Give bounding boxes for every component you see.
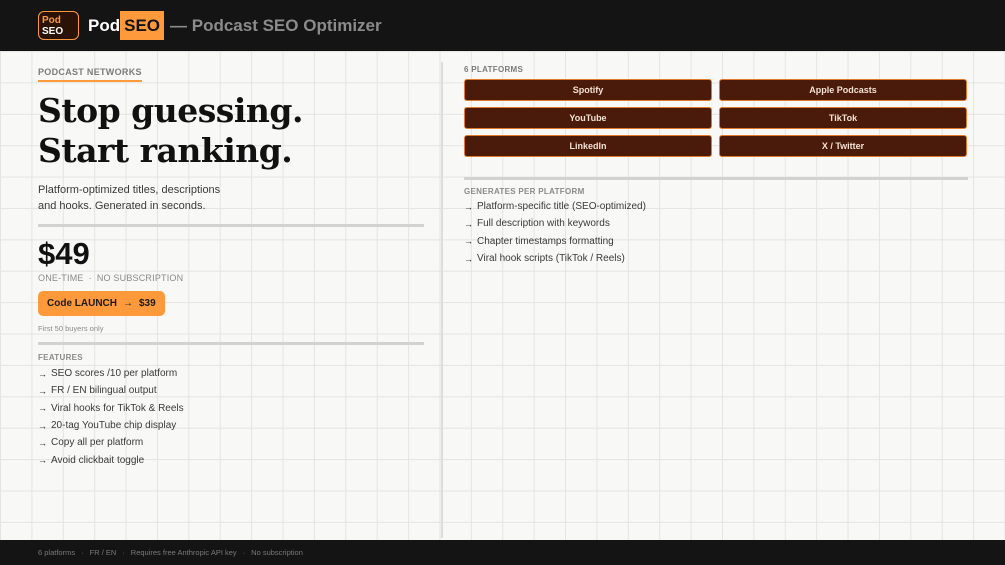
brand-pod: Pod bbox=[88, 15, 121, 35]
cta-price: $39 bbox=[139, 298, 156, 309]
footer-item: No subscription bbox=[251, 548, 303, 557]
arrow-right-icon: → bbox=[38, 437, 47, 448]
price-note-separator: · bbox=[88, 273, 92, 283]
feature-text: Copy all per platform bbox=[51, 437, 144, 449]
left-column: PODCAST NETWORKS Stop guessing. Start ra… bbox=[38, 62, 424, 469]
footer-separator: · bbox=[81, 548, 84, 557]
subtitle-line-2: and hooks. Generated in seconds. bbox=[38, 199, 206, 212]
arrow-right-icon: → bbox=[123, 298, 133, 309]
price-note-no-subscription: NO SUBSCRIPTION bbox=[96, 273, 184, 283]
launch-code-button[interactable]: Code LAUNCH → $39 bbox=[38, 291, 165, 316]
footer-separator: · bbox=[122, 548, 125, 557]
price: $49 bbox=[38, 236, 90, 271]
list-item: → Chapter timestamps formatting bbox=[464, 233, 968, 250]
arrow-right-icon: → bbox=[464, 236, 473, 247]
footer-item: Requires free Anthropic API key bbox=[130, 548, 237, 557]
feature-text: FR / EN bilingual output bbox=[51, 385, 157, 397]
list-item: → Viral hooks for TikTok & Reels bbox=[38, 400, 424, 417]
generates-label: GENERATES PER PLATFORM bbox=[464, 187, 585, 196]
logo-badge[interactable]: Pod SEO bbox=[38, 11, 79, 40]
divider bbox=[38, 224, 424, 227]
list-item: → 20-tag YouTube chip display bbox=[38, 417, 424, 434]
features-label: FEATURES bbox=[38, 353, 83, 362]
list-item: → Platform-specific title (SEO-optimized) bbox=[464, 198, 968, 215]
footer-item: 6 platforms bbox=[38, 548, 76, 557]
platform-button-apple-podcasts[interactable]: Apple Podcasts bbox=[719, 79, 967, 101]
generates-text: Full description with keywords bbox=[477, 218, 610, 230]
list-item: → Copy all per platform bbox=[38, 434, 424, 451]
feature-text: SEO scores /10 per platform bbox=[51, 368, 178, 380]
divider bbox=[464, 177, 968, 180]
generates-list: → Platform-specific title (SEO-optimized)… bbox=[464, 198, 968, 267]
price-note: ONE-TIME · NO SUBSCRIPTION bbox=[38, 273, 424, 283]
price-note-one-time: ONE-TIME bbox=[38, 273, 84, 283]
generates-text: Chapter timestamps formatting bbox=[477, 235, 614, 247]
platforms-grid: Spotify Apple Podcasts YouTube TikTok Li… bbox=[464, 79, 968, 157]
arrow-right-icon: → bbox=[38, 385, 47, 396]
list-item: → Full description with keywords bbox=[464, 215, 968, 232]
feature-text: Viral hooks for TikTok & Reels bbox=[51, 402, 184, 414]
arrow-right-icon: → bbox=[464, 218, 473, 229]
brand-name: Pod SEO bbox=[88, 11, 165, 40]
right-column: 6 PLATFORMS Spotify Apple Podcasts YouTu… bbox=[464, 62, 968, 267]
eyebrow-label: PODCAST NETWORKS bbox=[38, 67, 142, 82]
list-item: → FR / EN bilingual output bbox=[38, 382, 424, 399]
headline-line-1: Stop guessing. bbox=[38, 91, 303, 130]
divider bbox=[38, 342, 424, 345]
generates-text: Platform-specific title (SEO-optimized) bbox=[477, 201, 646, 213]
hero-subtitle: Platform-optimized titles, descriptions … bbox=[38, 183, 238, 214]
list-item: → Viral hook scripts (TikTok / Reels) bbox=[464, 250, 968, 267]
app-header: Pod SEO Pod SEO — Podcast SEO Optimizer bbox=[0, 0, 1005, 51]
headline-line-2: Start ranking. bbox=[38, 131, 293, 170]
footer-item: FR / EN bbox=[89, 548, 117, 557]
footer-separator: · bbox=[242, 548, 246, 557]
list-item: → Avoid clickbait toggle bbox=[38, 451, 424, 468]
subtitle-line-1: Platform-optimized titles, descriptions bbox=[38, 184, 221, 196]
arrow-right-icon: → bbox=[38, 420, 47, 431]
platforms-label: 6 PLATFORMS bbox=[464, 65, 524, 74]
arrow-right-icon: → bbox=[464, 201, 473, 212]
app-footer: 6 platforms · FR / EN · Requires free An… bbox=[0, 540, 1005, 565]
platform-button-x-twitter[interactable]: X / Twitter bbox=[719, 135, 967, 157]
list-item: → SEO scores /10 per platform bbox=[38, 365, 424, 382]
platform-button-linkedin[interactable]: LinkedIn bbox=[464, 135, 712, 157]
generates-text: Viral hook scripts (TikTok / Reels) bbox=[477, 253, 625, 265]
arrow-right-icon: → bbox=[464, 253, 473, 264]
platform-button-tiktok[interactable]: TikTok bbox=[719, 107, 967, 129]
brand-tagline: — Podcast SEO Optimizer bbox=[170, 15, 382, 35]
feature-text: 20-tag YouTube chip display bbox=[51, 420, 177, 432]
platform-button-spotify[interactable]: Spotify bbox=[464, 79, 712, 101]
column-divider bbox=[441, 62, 443, 538]
features-list: → SEO scores /10 per platform → FR / EN bi… bbox=[38, 365, 424, 469]
arrow-right-icon: → bbox=[38, 368, 47, 379]
arrow-right-icon: → bbox=[38, 403, 47, 414]
brand-seo-highlight: SEO bbox=[120, 11, 165, 40]
page-headline: Stop guessing. Start ranking. bbox=[38, 91, 424, 171]
feature-text: Avoid clickbait toggle bbox=[51, 454, 145, 466]
logo-text-pod: Pod bbox=[42, 14, 61, 26]
logo-text-seo: SEO bbox=[42, 25, 64, 37]
offer-note: First 50 buyers only bbox=[38, 324, 104, 333]
platform-button-youtube[interactable]: YouTube bbox=[464, 107, 712, 129]
cta-code-label: Code LAUNCH bbox=[47, 298, 117, 309]
arrow-right-icon: → bbox=[38, 455, 47, 466]
